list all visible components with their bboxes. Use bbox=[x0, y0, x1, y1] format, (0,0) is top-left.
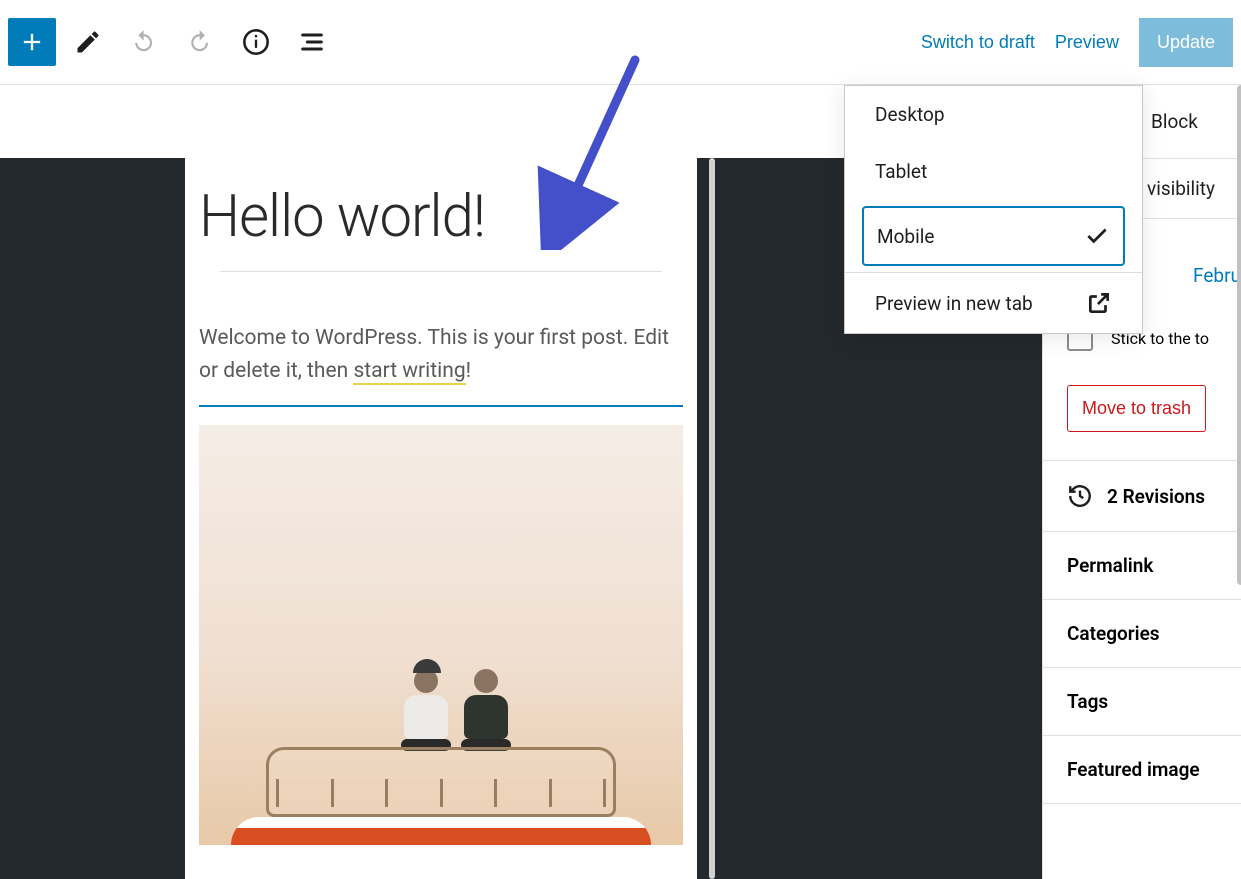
preview-option-label: Tablet bbox=[875, 160, 927, 183]
categories-panel[interactable]: Categories bbox=[1043, 600, 1241, 668]
revisions-row[interactable]: 2 Revisions bbox=[1043, 461, 1241, 532]
undo-icon bbox=[130, 28, 158, 56]
preview-option-label: Desktop bbox=[875, 103, 945, 126]
move-to-trash-button[interactable]: Move to trash bbox=[1067, 385, 1206, 432]
start-writing-link[interactable]: start writing bbox=[353, 359, 465, 385]
post-body-paragraph[interactable]: Welcome to WordPress. This is your first… bbox=[185, 322, 697, 387]
preview-dropdown-menu: Desktop Tablet Mobile Preview in new tab bbox=[844, 85, 1143, 334]
title-separator bbox=[220, 271, 662, 272]
image-figure-person-right bbox=[459, 669, 513, 749]
check-icon bbox=[1084, 223, 1110, 249]
image-van-body bbox=[231, 817, 651, 845]
post-title[interactable]: Hello world! bbox=[185, 168, 697, 261]
preview-option-mobile[interactable]: Mobile bbox=[862, 206, 1125, 266]
image-van-roof bbox=[266, 747, 616, 817]
outline-button[interactable] bbox=[288, 18, 336, 66]
preview-button[interactable]: Preview bbox=[1055, 32, 1119, 53]
edit-mode-button[interactable] bbox=[64, 18, 112, 66]
featured-image-panel[interactable]: Featured image bbox=[1043, 736, 1241, 804]
block-selected-divider[interactable] bbox=[199, 405, 683, 407]
toolbar-left-group bbox=[8, 18, 336, 66]
history-icon bbox=[1067, 483, 1093, 509]
toolbar-right-group: Switch to draft Preview Update bbox=[921, 18, 1233, 67]
image-figure-person-left bbox=[399, 669, 453, 749]
external-link-icon bbox=[1086, 290, 1112, 316]
redo-icon bbox=[186, 28, 214, 56]
plus-icon bbox=[18, 28, 46, 56]
revisions-label: 2 Revisions bbox=[1107, 485, 1205, 508]
redo-button[interactable] bbox=[176, 18, 224, 66]
permalink-panel[interactable]: Permalink bbox=[1043, 532, 1241, 600]
preview-new-tab[interactable]: Preview in new tab bbox=[845, 273, 1142, 333]
preview-option-tablet[interactable]: Tablet bbox=[845, 143, 1142, 200]
preview-option-label: Mobile bbox=[877, 225, 934, 248]
preview-new-tab-label: Preview in new tab bbox=[875, 292, 1033, 315]
switch-to-draft-button[interactable]: Switch to draft bbox=[921, 32, 1035, 53]
tags-panel[interactable]: Tags bbox=[1043, 668, 1241, 736]
pencil-icon bbox=[74, 28, 102, 56]
details-button[interactable] bbox=[232, 18, 280, 66]
mobile-preview-frame: Hello world! Welcome to WordPress. This … bbox=[185, 158, 697, 879]
visibility-label: visibility bbox=[1147, 177, 1215, 200]
editor-toolbar: Switch to draft Preview Update bbox=[0, 0, 1241, 85]
image-block[interactable] bbox=[199, 425, 683, 845]
add-block-button[interactable] bbox=[8, 18, 56, 66]
sidebar-scrollbar[interactable] bbox=[1237, 85, 1241, 585]
undo-button[interactable] bbox=[120, 18, 168, 66]
body-text-after: ! bbox=[466, 359, 471, 383]
info-icon bbox=[242, 28, 270, 56]
list-view-icon bbox=[298, 28, 326, 56]
update-button[interactable]: Update bbox=[1139, 18, 1233, 67]
preview-option-desktop[interactable]: Desktop bbox=[845, 86, 1142, 143]
tab-block[interactable]: Block bbox=[1133, 85, 1216, 158]
trash-row: Move to trash bbox=[1043, 375, 1241, 461]
